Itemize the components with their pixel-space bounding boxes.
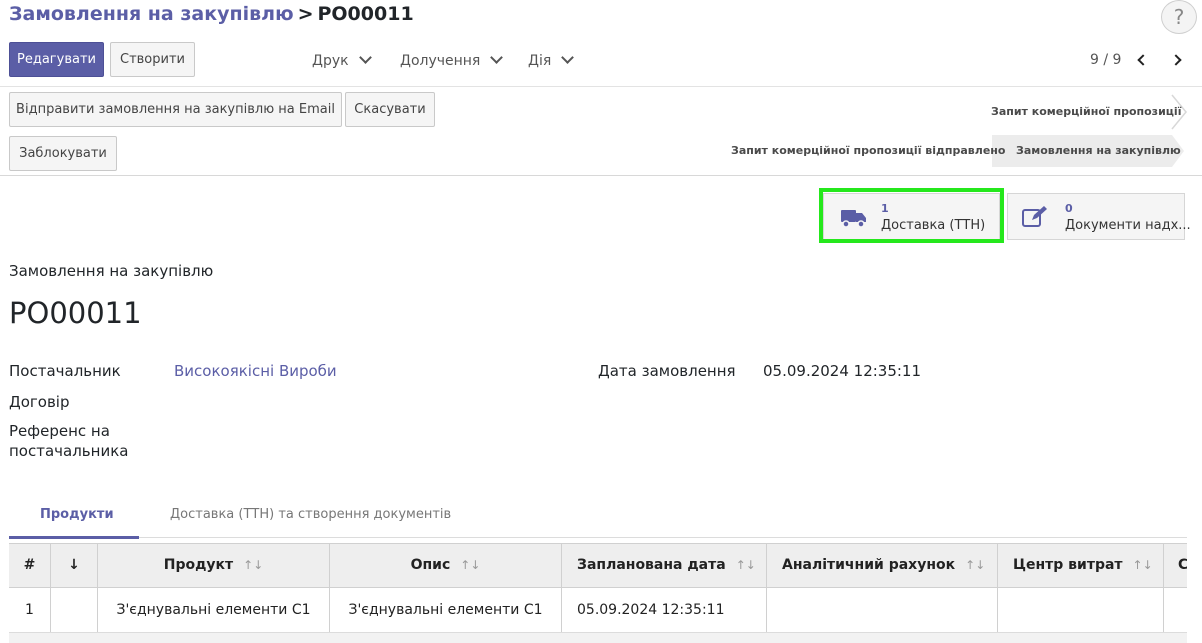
tab-delivery[interactable]: Доставка (ТТН) та створення документів [170,507,451,522]
sort-icon: ↑↓ [460,558,481,572]
sort-icon: ↑↓ [735,558,756,572]
highlight-box [819,188,1004,243]
column-description[interactable]: Опис ↑↓ [330,544,562,587]
active-tab-underline [9,536,139,539]
column-handle: ↓ [51,544,98,587]
cell-number: 1 [9,588,51,632]
column-analytic-account[interactable]: Аналітичний рахунок ↑↓ [767,544,998,587]
tabs-divider [9,537,1187,538]
record-type-label: Замовлення на закупівлю [9,262,214,280]
cell-cost-center[interactable] [998,588,1164,632]
sort-down-icon: ↓ [68,557,80,573]
stage-rfq-sent[interactable]: Запит комерційної пропозиції відправлено [731,144,1005,157]
chevron-down-icon [358,51,372,64]
order-date-value: 05.09.2024 12:35:11 [763,362,922,380]
column-product[interactable]: Продукт ↑↓ [98,544,330,587]
column-more[interactable]: С [1164,544,1187,587]
action-dropdown[interactable]: Дія [528,51,575,69]
breadcrumb-separator: > [297,3,314,25]
sort-icon: ↑↓ [965,558,986,572]
pager-next-icon[interactable] [1170,52,1186,68]
table-row-partial [9,633,1187,643]
edit-button[interactable]: Редагувати [9,42,104,77]
send-email-button[interactable]: Відправити замовлення на закупівлю на Em… [9,92,342,127]
stage-purchase-order[interactable]: Замовлення на закупівлю [1016,144,1181,157]
attachments-dropdown[interactable]: Долучення [400,51,504,69]
cell-more [1164,588,1187,632]
attachments-dropdown-label: Долучення [400,53,481,69]
breadcrumb-current: PO00011 [317,3,414,25]
breadcrumb-parent-link[interactable]: Замовлення на закупівлю [9,3,294,25]
cell-product[interactable]: З'єднувальні елементи С1 [98,588,330,632]
chevron-down-icon [561,51,575,64]
edit-icon [1022,206,1047,227]
column-number: # [9,544,51,587]
column-scheduled-date[interactable]: Запланована дата ↑↓ [562,544,767,587]
cancel-order-button[interactable]: Скасувати [345,92,435,127]
pager-value[interactable]: 9 / 9 [1090,52,1121,68]
cell-handle [51,588,98,632]
breadcrumb: Замовлення на закупівлю > PO00011 [9,3,414,25]
table-row[interactable]: 1 З'єднувальні елементи С1 З'єднувальні … [9,588,1187,633]
vendor-label: Постачальник [9,362,121,380]
tab-products[interactable]: Продукти [40,507,114,522]
print-dropdown[interactable]: Друк [312,51,372,69]
vendor-link[interactable]: Високоякісні Вироби [174,362,337,380]
cell-description[interactable]: З'єднувальні елементи С1 [330,588,562,632]
create-button[interactable]: Створити [110,42,195,77]
bills-label: Документи надх... [1065,218,1191,233]
lock-button[interactable]: Заблокувати [9,136,117,171]
column-cost-center[interactable]: Центр витрат ↑↓ [998,544,1164,587]
cell-analytic-account[interactable] [767,588,998,632]
help-button[interactable]: ? [1161,0,1197,34]
bills-smart-button[interactable]: 0 Документи надх... [1007,193,1191,240]
pager-previous-icon[interactable] [1134,52,1150,68]
sort-icon: ↑↓ [1132,558,1153,572]
table-header: # ↓ Продукт ↑↓ Опис ↑↓ Запланована дата ↑↓ … [9,543,1187,588]
contract-label: Договір [9,393,70,411]
action-dropdown-label: Дія [528,53,552,69]
order-date-label: Дата замовлення [598,362,736,380]
vendor-reference-label: Референс на [9,422,110,440]
bills-count: 0 [1065,202,1073,215]
sort-icon: ↑↓ [243,558,264,572]
stage-rfq[interactable]: Запит комерційної пропозиції [991,105,1181,118]
vendor-reference-label-line2: постачальника [9,442,129,460]
record-name: PO00011 [9,296,142,330]
control-panel: Замовлення на закупівлю > PO00011 ? Редагу… [0,0,1202,87]
chevron-down-icon [490,51,504,64]
print-dropdown-label: Друк [312,53,349,69]
cell-scheduled-date[interactable]: 05.09.2024 12:35:11 [562,588,767,632]
